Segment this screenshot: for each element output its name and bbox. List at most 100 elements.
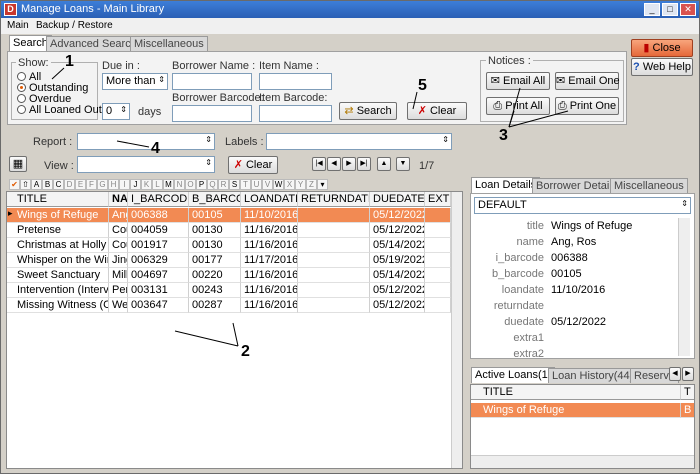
col-returndate[interactable]: RETURNDATE [298, 192, 370, 207]
alpha-j[interactable]: J [130, 179, 141, 190]
loan-row[interactable]: Sweet Sanctuary Mill 004697 00220 11/16/2016… [7, 268, 462, 283]
col-active-title[interactable]: TITLE [471, 385, 681, 400]
borrower-barcode-label: Borrower Barcode: [172, 92, 264, 104]
active-loan-row[interactable]: Wings of Refuge B [471, 403, 694, 418]
tab-borrower-details[interactable]: Borrower Details [532, 178, 622, 193]
col-i-barcode[interactable]: I_BARCODE [128, 192, 189, 207]
item-barcode-input[interactable] [259, 105, 332, 122]
alpha-w[interactable]: W [273, 179, 284, 190]
alpha-s[interactable]: S [229, 179, 240, 190]
search-icon: ⇄ [344, 105, 354, 117]
alpha-n[interactable]: N [174, 179, 185, 190]
close-window-button[interactable]: ✕ [680, 3, 696, 16]
loan-row[interactable]: Christmas at Holly HiCou0019170013011/16… [7, 238, 462, 253]
days-label: days [138, 106, 162, 118]
details-vertical-scrollbar[interactable] [678, 218, 690, 356]
loan-row[interactable]: Intervention (IntervePen0031310024311/16… [7, 283, 462, 298]
calendar-icon[interactable]: ▦ [9, 156, 27, 172]
alpha-t[interactable]: T [240, 179, 251, 190]
loan-cell [298, 298, 370, 313]
labels-select[interactable]: ⇕ [266, 133, 452, 150]
loan-row[interactable]: Missing Witness (ChaWel0036470028711/16/… [7, 298, 462, 313]
borrower-name-input[interactable] [172, 73, 252, 90]
alpha-f[interactable]: F [86, 179, 97, 190]
tab-advanced-search[interactable]: Advanced Search [46, 36, 141, 51]
view-clear-button[interactable]: ✗ Clear [228, 156, 278, 174]
search-button[interactable]: ⇄ Search [339, 102, 397, 120]
alpha-y[interactable]: Y [295, 179, 306, 190]
col-extra[interactable]: EXTR [425, 192, 451, 207]
manage-loans-window: D Manage Loans - Main Library _ □ ✕ Main… [0, 0, 700, 474]
item-name-input[interactable] [259, 73, 332, 90]
tab-miscellaneous[interactable]: Miscellaneous [130, 36, 208, 51]
menu-main[interactable]: Main [7, 20, 29, 31]
report-label: Report : [33, 136, 73, 148]
radio-all-loaned-out[interactable]: All Loaned Out [17, 104, 102, 116]
loan-row[interactable]: Whisper on the WincJing0063290017711/17/… [7, 253, 462, 268]
tab-loan-details[interactable]: Loan Details [471, 177, 541, 193]
view-select[interactable]: ⇕ [77, 156, 215, 173]
alpha-m[interactable]: M [163, 179, 174, 190]
due-in-days-input[interactable]: 0 ⇕ [102, 103, 130, 120]
alpha-l[interactable]: L [152, 179, 163, 190]
title-bar: D Manage Loans - Main Library _ □ ✕ [1, 1, 699, 18]
detail-value-b-barcode: 00105 [551, 268, 582, 280]
menu-backup-restore[interactable]: Backup / Restore [36, 20, 113, 31]
alpha-q[interactable]: Q [207, 179, 218, 190]
close-button[interactable]: ▮ Close [631, 39, 693, 57]
move-up-button[interactable]: ▲ [377, 157, 391, 171]
col-duedate[interactable]: DUEDATE [370, 192, 425, 207]
alpha-b[interactable]: B [42, 179, 53, 190]
col-active-type[interactable]: T [681, 385, 694, 400]
due-in-mode-select[interactable]: More than ⇕ [102, 73, 168, 90]
alpha-x[interactable]: X [284, 179, 295, 190]
web-help-button[interactable]: ? Web Help [631, 58, 693, 76]
check-icon[interactable]: ✔ [9, 179, 20, 190]
first-page-button[interactable]: |◀ [312, 157, 326, 171]
alpha-e[interactable]: E [75, 179, 86, 190]
tab-scroll-left[interactable]: ◀ [669, 367, 681, 381]
clear-button[interactable]: ✗ Clear [407, 102, 467, 120]
print-one-button[interactable]: ⎙ Print One [555, 97, 619, 115]
next-page-button[interactable]: ▶ [342, 157, 356, 171]
report-select[interactable]: ⇕ [77, 133, 215, 150]
tab-scroll-right[interactable]: ▶ [682, 367, 694, 381]
alpha-v[interactable]: V [262, 179, 273, 190]
tab-active-loans[interactable]: Active Loans(1) [471, 367, 556, 383]
alpha-d[interactable]: D [64, 179, 75, 190]
loan-row[interactable]: Wings of RefugeAng0063880010511/10/2016 0… [7, 208, 462, 223]
alpha-k[interactable]: K [141, 179, 152, 190]
alpha-p[interactable]: P [196, 179, 207, 190]
alpha-h[interactable]: H [108, 179, 119, 190]
tab-loan-history[interactable]: Loan History(44) [548, 368, 638, 383]
detail-profile-select[interactable]: DEFAULT ⇕ [474, 197, 691, 214]
col-title[interactable]: TITLE [7, 192, 109, 207]
move-down-button[interactable]: ▼ [396, 157, 410, 171]
alpha-z[interactable]: Z [306, 179, 317, 190]
minimize-button[interactable]: _ [644, 3, 660, 16]
alpha-r[interactable]: R [218, 179, 229, 190]
email-all-button[interactable]: ✉ Email All [486, 72, 550, 90]
active-loans-horizontal-scrollbar[interactable] [471, 455, 694, 468]
loans-vertical-scrollbar[interactable] [451, 192, 462, 468]
loan-row[interactable]: PretenseCou0040590013011/16/2016 05/12/20… [7, 223, 462, 238]
sort-icon[interactable]: ⇧ [20, 179, 31, 190]
prev-page-button[interactable]: ◀ [327, 157, 341, 171]
col-b-barcode[interactable]: B_BARCOD [189, 192, 241, 207]
loan-cell: 11/16/2016 [241, 223, 298, 238]
alpha-a[interactable]: A [31, 179, 42, 190]
col-loandate[interactable]: LOANDATE [241, 192, 298, 207]
email-one-button[interactable]: ✉ Email One [555, 72, 620, 90]
alpha-o[interactable]: O [185, 179, 196, 190]
alpha-u[interactable]: U [251, 179, 262, 190]
borrower-barcode-input[interactable] [172, 105, 252, 122]
last-page-button[interactable]: ▶| [357, 157, 371, 171]
alpha-g[interactable]: G [97, 179, 108, 190]
tab-detail-miscellaneous[interactable]: Miscellaneous [610, 178, 688, 193]
col-name[interactable]: NA [109, 192, 128, 207]
print-all-button[interactable]: ⎙ Print All [486, 97, 550, 115]
alpha-more-icon[interactable]: ▾ [317, 179, 328, 190]
maximize-button[interactable]: □ [662, 3, 678, 16]
alpha-i[interactable]: I [119, 179, 130, 190]
alpha-c[interactable]: C [53, 179, 64, 190]
